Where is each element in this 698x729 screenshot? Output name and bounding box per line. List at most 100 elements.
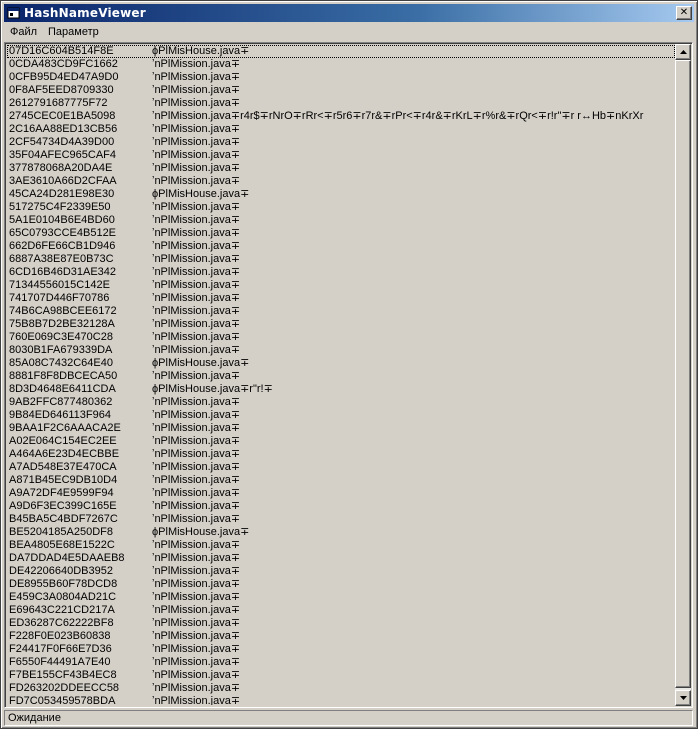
list-item[interactable]: F24417F0F66E7D36 ʼnPlMission.java∓	[7, 643, 675, 656]
list-item[interactable]: FD263202DDEECC58 ʼnPlMission.java∓	[7, 682, 675, 695]
list-item[interactable]: 2745CEC0E1BA5098 ʼnPlMission.java∓r4r$∓rN…	[7, 110, 675, 123]
vertical-scrollbar[interactable]	[675, 44, 691, 706]
arrow-up-icon	[680, 50, 687, 54]
hash-value: 65C0793CCE4B512E	[9, 227, 117, 239]
list-item[interactable]: 85A08C7432C64E40 ϕPlMisHouse.java∓	[7, 357, 675, 370]
close-button[interactable]: ✕	[676, 6, 692, 20]
scroll-thumb[interactable]	[675, 60, 691, 688]
list-item[interactable]: 45CA24D281E98E30 ϕPlMisHouse.java∓	[7, 188, 675, 201]
list-item[interactable]: 35F04AFEC965CAF4 ʼnPlMission.java∓	[7, 149, 675, 162]
file-name: ʼnPlMission.java∓	[152, 448, 241, 460]
hash-value: BE5204185A250DF8	[9, 526, 113, 538]
list-item[interactable]: A464A6E23D4ECBBE ʼnPlMission.java∓	[7, 448, 675, 461]
hash-value: A464A6E23D4ECBBE	[9, 448, 120, 460]
file-name: ʼnPlMission.java∓	[152, 474, 241, 486]
hash-value: DE8955B60F78DCD8	[9, 578, 118, 590]
list-item[interactable]: 8D3D4648E6411CDA ϕPlMisHouse.java∓r"r!∓	[7, 383, 675, 396]
hash-value: FD7C053459578BDA	[9, 695, 116, 705]
hash-value: 71344556015C142E	[9, 279, 110, 291]
list-item[interactable]: A02E064C154EC2EE ʼnPlMission.java∓	[7, 435, 675, 448]
file-name: ʼnPlMission.java∓	[152, 175, 241, 187]
list-item[interactable]: A9D6F3EC399C165E ʼnPlMission.java∓	[7, 500, 675, 513]
hash-value: 9B84ED646113F964	[9, 409, 111, 421]
list-item[interactable]: 760E069C3E470C28 ʼnPlMission.java∓	[7, 331, 675, 344]
list-item[interactable]: 2CF54734D4A39D00 ʼnPlMission.java∓	[7, 136, 675, 149]
file-name: ʼnPlMission.java∓	[152, 201, 241, 213]
list-item[interactable]: 0CFB95D4ED47A9D0 ʼnPlMission.java∓	[7, 71, 675, 84]
file-name: ʼnPlMission.java∓	[152, 71, 241, 83]
app-icon	[7, 6, 21, 20]
list-item[interactable]: 377878068A20DA4E ʼnPlMission.java∓	[7, 162, 675, 175]
list-item[interactable]: 741707D446F70786 ʼnPlMission.java∓	[7, 292, 675, 305]
title-bar[interactable]: HashNameViewer ✕	[4, 4, 694, 22]
file-name: ʼnPlMission.java∓	[152, 344, 241, 356]
list-item[interactable]: A871B45EC9DB10D4 ʼnPlMission.java∓	[7, 474, 675, 487]
list-item[interactable]: 3AE3610A66D2CFAA ʼnPlMission.java∓	[7, 175, 675, 188]
list-item[interactable]: 9BAA1F2C6AAACA2E ʼnPlMission.java∓	[7, 422, 675, 435]
list-item[interactable]: F228F0E023B60838 ʼnPlMission.java∓	[7, 630, 675, 643]
list-item[interactable]: 9AB2FFC877480362 ʼnPlMission.java∓	[7, 396, 675, 409]
window-title: HashNameViewer	[24, 6, 146, 20]
list-item[interactable]: 71344556015C142E ʼnPlMission.java∓	[7, 279, 675, 292]
list-item[interactable]: 9B84ED646113F964 ʼnPlMission.java∓	[7, 409, 675, 422]
list-item[interactable]: 07D16C604B514F8E ϕPlMisHouse.java∓	[7, 45, 675, 58]
list-item[interactable]: BEA4805E68E1522C ʼnPlMission.java∓	[7, 539, 675, 552]
list-item[interactable]: 75B8B7D2BE32128A ʼnPlMission.java∓	[7, 318, 675, 331]
list-item[interactable]: 8881F8F8DBCECA50 ʼnPlMission.java∓	[7, 370, 675, 383]
menu-file[interactable]: Файл	[6, 25, 41, 39]
list-item[interactable]: DA7DDAD4E5DAAEB8 ʼnPlMission.java∓	[7, 552, 675, 565]
list-item[interactable]: 2612791687775F72 ʼnPlMission.java∓	[7, 97, 675, 110]
list-item[interactable]: 65C0793CCE4B512E ʼnPlMission.java∓	[7, 227, 675, 240]
hash-value: 8D3D4648E6411CDA	[9, 383, 116, 395]
hash-name-list[interactable]: 07D16C604B514F8E ϕPlMisHouse.java∓ 0CDA483…	[4, 42, 693, 708]
list-item[interactable]: DE8955B60F78DCD8 ʼnPlMission.java∓	[7, 578, 675, 591]
list-item[interactable]: F6550F44491A7E40 ʼnPlMission.java∓	[7, 656, 675, 669]
list-item[interactable]: 8030B1FA679339DA ʼnPlMission.java∓	[7, 344, 675, 357]
list-item[interactable]: FD7C053459578BDA ʼnPlMission.java∓	[7, 695, 675, 705]
hash-value: 2745CEC0E1BA5098	[9, 110, 116, 122]
list-item[interactable]: F7BE155CF43B4EC8 ʼnPlMission.java∓	[7, 669, 675, 682]
list-item[interactable]: E69643C221CD217A ʼnPlMission.java∓	[7, 604, 675, 617]
hash-value: 2C16AA88ED13CB56	[9, 123, 118, 135]
menu-bar: Файл Параметр	[4, 23, 694, 41]
hash-value: 741707D446F70786	[9, 292, 110, 304]
file-name: ʼnPlMission.java∓	[152, 435, 241, 447]
list-item[interactable]: 6CD16B46D31AE342 ʼnPlMission.java∓	[7, 266, 675, 279]
list-item[interactable]: E459C3A0804AD21C ʼnPlMission.java∓	[7, 591, 675, 604]
hash-value: 75B8B7D2BE32128A	[9, 318, 115, 330]
list-item[interactable]: A7AD548E37E470CA ʼnPlMission.java∓	[7, 461, 675, 474]
list-item[interactable]: 74B6CA98BCEE6172 ʼnPlMission.java∓	[7, 305, 675, 318]
file-name: ʼnPlMission.java∓	[152, 227, 241, 239]
file-name: ϕPlMisHouse.java∓r"r!∓	[152, 383, 273, 395]
file-name: ʼnPlMission.java∓	[152, 396, 241, 408]
status-bar: Ожидание	[4, 710, 693, 726]
list-item[interactable]: 5A1E0104B6E4BD60 ʼnPlMission.java∓	[7, 214, 675, 227]
list-item[interactable]: A9A72DF4E9599F94 ʼnPlMission.java∓	[7, 487, 675, 500]
list-item[interactable]: 517275C4F2339E50 ʼnPlMission.java∓	[7, 201, 675, 214]
list-item[interactable]: 6887A38E87E0B73C ʼnPlMission.java∓	[7, 253, 675, 266]
hash-value: A871B45EC9DB10D4	[9, 474, 118, 486]
list-item[interactable]: 662D6FE66CB1D946 ʼnPlMission.java∓	[7, 240, 675, 253]
file-name: ʼnPlMission.java∓	[152, 266, 241, 278]
file-name: ʼnPlMission.java∓	[152, 578, 241, 590]
hash-value: DE42206640DB3952	[9, 565, 113, 577]
list-item[interactable]: 0CDA483CD9FC1662 ʼnPlMission.java∓	[7, 58, 675, 71]
menu-parameter[interactable]: Параметр	[44, 25, 103, 39]
list-item[interactable]: ED36287C62222BF8 ʼnPlMission.java∓	[7, 617, 675, 630]
list-item[interactable]: B45BA5C4BDF7267C ʼnPlMission.java∓	[7, 513, 675, 526]
hash-value: 9BAA1F2C6AAACA2E	[9, 422, 121, 434]
file-name: ʼnPlMission.java∓	[152, 409, 241, 421]
file-name: ʼnPlMission.java∓	[152, 591, 241, 603]
file-name: ʼnPlMission.java∓	[152, 123, 241, 135]
list-item[interactable]: 0F8AF5EED8709330 ʼnPlMission.java∓	[7, 84, 675, 97]
list-item[interactable]: 2C16AA88ED13CB56 ʼnPlMission.java∓	[7, 123, 675, 136]
hash-value: 45CA24D281E98E30	[9, 188, 115, 200]
file-name: ʼnPlMission.java∓	[152, 617, 241, 629]
scroll-up-button[interactable]	[675, 44, 691, 60]
list-item[interactable]: DE42206640DB3952 ʼnPlMission.java∓	[7, 565, 675, 578]
hash-value: 0CFB95D4ED47A9D0	[9, 71, 119, 83]
scroll-down-button[interactable]	[675, 690, 691, 706]
file-name: ʼnPlMission.java∓	[152, 370, 241, 382]
list-item[interactable]: BE5204185A250DF8 ϕPlMisHouse.java∓	[7, 526, 675, 539]
file-name: ʼnPlMission.java∓	[152, 253, 241, 265]
